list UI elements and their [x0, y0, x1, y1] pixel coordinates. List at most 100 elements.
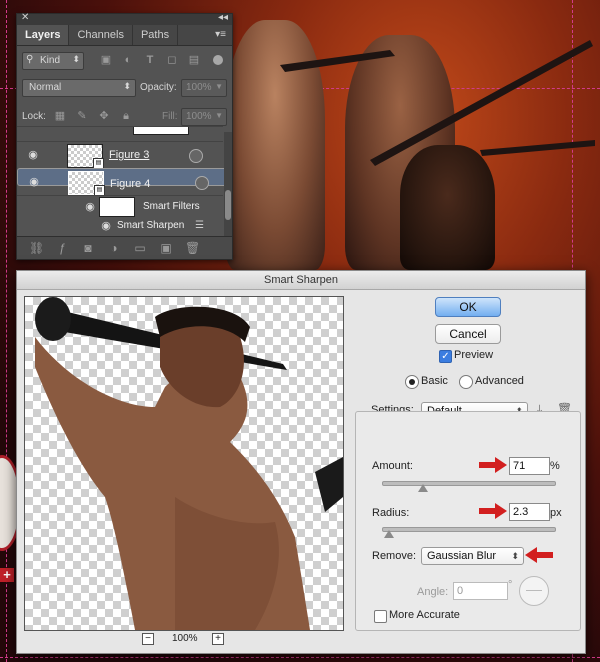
advanced-radio[interactable]	[459, 375, 473, 389]
angle-unit: °	[508, 579, 513, 591]
opacity-field[interactable]: 100% ▼	[181, 79, 227, 97]
link-layers-icon[interactable]: ⛓	[29, 241, 44, 255]
layer-row-figure-4[interactable]: ◉ ▤ Figure 4	[17, 168, 230, 196]
annotation-arrow-icon	[479, 457, 507, 473]
adjustment-layer-icon[interactable]: ◑	[107, 241, 121, 255]
guide-line	[0, 657, 600, 658]
tab-paths[interactable]: Paths	[133, 25, 179, 45]
more-accurate-checkbox[interactable]	[374, 610, 387, 623]
blend-mode-select[interactable]: Normal ⬍	[22, 79, 136, 97]
layers-panel: ✕ ◂◂ Layers Channels Paths ▾≡ ⚲ Kind ⬍ ▣…	[16, 12, 233, 260]
zoom-out-button[interactable]: −	[142, 633, 154, 645]
blending-options-icon[interactable]: ☰	[195, 220, 204, 231]
new-layer-icon[interactable]: ▣	[159, 241, 173, 255]
smart-object-filter-icon[interactable]: ▤	[187, 53, 201, 67]
new-group-icon[interactable]: ▭	[133, 241, 147, 255]
fx-icon[interactable]: ƒ	[55, 241, 69, 255]
add-mask-icon[interactable]: ◙	[81, 241, 95, 255]
radius-unit: px	[550, 507, 562, 519]
preview-canvas[interactable]	[24, 296, 344, 631]
zoom-controls: − 100% +	[142, 633, 232, 647]
radius-input[interactable]: 2.3	[509, 503, 550, 521]
radius-slider-handle[interactable]	[383, 530, 394, 538]
remove-value: Gaussian Blur	[427, 550, 497, 562]
radius-slider-track[interactable]	[382, 527, 556, 532]
visibility-eye-icon[interactable]: ◉	[27, 177, 41, 188]
layer-row-figure-3[interactable]: ◉ ▤ Figure 3	[17, 141, 223, 169]
ok-button[interactable]: OK	[435, 297, 501, 317]
visibility-eye-icon[interactable]: ◉	[83, 202, 97, 213]
layer-row-partial[interactable]	[17, 126, 223, 135]
basic-radio[interactable]	[405, 375, 419, 389]
search-icon: ⚲	[26, 54, 34, 65]
panel-header: ✕ ◂◂	[17, 12, 232, 25]
preview-label: Preview	[454, 349, 494, 361]
lock-transparent-icon[interactable]: ▦	[53, 109, 67, 123]
filter-toggle-icon[interactable]	[213, 55, 223, 65]
opacity-value: 100%	[186, 82, 212, 93]
lock-brush-icon[interactable]: ✎	[75, 109, 89, 123]
layer-thumbnail	[133, 127, 189, 135]
opacity-label: Opacity:	[140, 82, 177, 93]
fill-value: 100%	[186, 111, 212, 122]
panel-menu-icon[interactable]: ▾≡	[215, 29, 226, 40]
amount-input[interactable]: 71	[509, 457, 550, 475]
plus-icon: +	[0, 568, 14, 582]
radius-label: Radius:	[372, 507, 410, 519]
layer-thumbnail: ▤	[68, 171, 105, 196]
annotation-arrow-icon	[479, 503, 507, 519]
smart-sharpen-row[interactable]: ◉ Smart Sharpen ☰	[17, 217, 223, 235]
layer-name: Figure 3	[109, 149, 150, 161]
panel-tabs: Layers Channels Paths ▾≡	[17, 25, 232, 46]
basic-label: Basic	[421, 375, 448, 387]
remove-label: Remove:	[372, 550, 417, 562]
close-icon[interactable]: ✕	[21, 12, 29, 23]
preview-figure-image	[35, 297, 343, 630]
amount-slider-track[interactable]	[382, 481, 556, 486]
filter-kind-label: Kind	[40, 55, 61, 66]
visibility-eye-icon[interactable]: ◉	[26, 150, 40, 161]
guide-line	[6, 0, 7, 662]
layers-scrollbar[interactable]	[224, 132, 232, 236]
angle-dial[interactable]	[519, 576, 549, 606]
stepper-icon: ⬍	[72, 54, 80, 64]
amount-unit: %	[550, 460, 560, 472]
blend-mode-value: Normal	[29, 82, 62, 93]
lock-move-icon[interactable]: ✥	[97, 109, 111, 123]
zoom-level: 100%	[172, 633, 198, 644]
remove-select[interactable]: Gaussian Blur ⬍	[421, 547, 524, 565]
amount-slider-handle[interactable]	[417, 484, 428, 492]
tab-channels[interactable]: Channels	[69, 25, 133, 45]
smart-filters-row[interactable]: ◉ Smart Filters	[17, 195, 223, 218]
trash-icon[interactable]: 🗑︎	[185, 241, 200, 255]
panel-footer: ⛓ ƒ ◙ ◑ ▭ ▣ 🗑︎	[17, 236, 232, 259]
angle-input[interactable]: 0	[453, 582, 508, 600]
pixel-filter-icon[interactable]: ▣	[99, 53, 113, 67]
scroll-thumb[interactable]	[225, 190, 231, 220]
collapse-icon[interactable]: ◂◂	[218, 12, 228, 23]
adjustment-filter-icon[interactable]: ◐	[121, 53, 135, 67]
filter-kind-select[interactable]: ⚲ Kind ⬍	[22, 52, 84, 70]
dialog-title: Smart Sharpen	[17, 271, 585, 290]
amount-label: Amount:	[372, 460, 413, 472]
tab-layers[interactable]: Layers	[17, 25, 70, 45]
shape-filter-icon[interactable]: ◻	[165, 53, 179, 67]
stepper-icon: ⬍	[511, 551, 519, 561]
sword-silhouettes	[280, 40, 595, 166]
smart-filter-icon	[189, 149, 203, 163]
smart-sharpen-label: Smart Sharpen	[117, 220, 185, 231]
filter-mask-thumbnail	[99, 197, 135, 217]
cancel-button[interactable]: Cancel	[435, 324, 501, 344]
preview-checkbox[interactable]: ✓	[439, 350, 452, 363]
smart-filters-label: Smart Filters	[143, 201, 200, 212]
fill-field[interactable]: 100% ▼	[181, 108, 227, 126]
smart-sharpen-dialog: Smart Sharpen − 100% + OK Cancel ✓ Previ…	[16, 270, 586, 654]
visibility-eye-icon[interactable]: ◉	[99, 221, 113, 232]
zoom-in-button[interactable]: +	[212, 633, 224, 645]
lock-all-icon[interactable]: 🔒︎	[119, 109, 133, 123]
advanced-label: Advanced	[475, 375, 524, 387]
annotation-arrow-icon	[525, 547, 553, 563]
chevron-down-icon: ▼	[215, 111, 223, 120]
type-filter-icon[interactable]: T	[143, 53, 157, 67]
chevron-down-icon: ▼	[215, 82, 223, 91]
